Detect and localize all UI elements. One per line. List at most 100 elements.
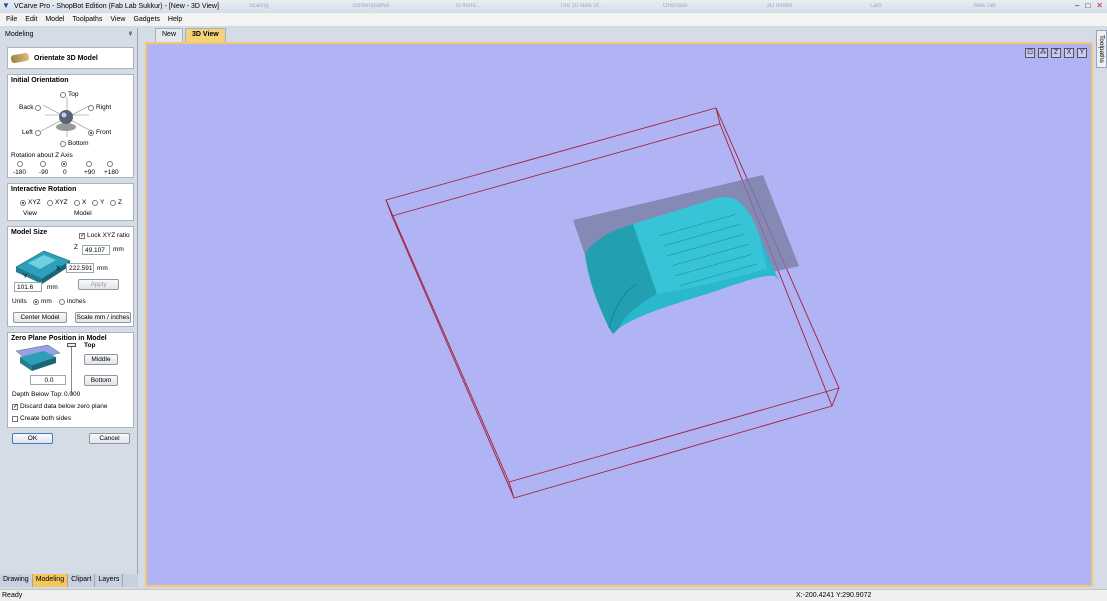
bottom-button[interactable]: Bottom: [84, 375, 118, 386]
radio-bottom[interactable]: [60, 140, 66, 147]
model-preview-icon: [59, 110, 73, 124]
menu-toolpaths[interactable]: Toolpaths: [72, 16, 102, 23]
title-bar: ▼ VCarve Pro - ShopBot Edition (Fab Lab …: [0, 0, 1107, 12]
apply-button[interactable]: Apply: [78, 279, 119, 290]
ok-button[interactable]: OK: [12, 433, 53, 444]
rot-z[interactable]: Z: [110, 199, 122, 206]
z-size-input[interactable]: 49.107: [82, 245, 110, 255]
radio-left[interactable]: [34, 129, 41, 136]
radio-xyz-model[interactable]: [47, 199, 53, 206]
menu-file[interactable]: File: [6, 16, 17, 23]
both-sides-checkbox[interactable]: [12, 415, 18, 422]
rot-label: -180: [13, 169, 27, 176]
radio-rot[interactable]: [61, 161, 67, 167]
units-mm-option[interactable]: mm: [33, 298, 52, 305]
depth-value: 0.000: [64, 391, 81, 398]
radio-z[interactable]: [110, 199, 116, 206]
rot-y[interactable]: Y: [92, 199, 104, 206]
scale-mm-inches-button[interactable]: Scale mm / inches: [75, 312, 131, 323]
minimize-button[interactable]: –: [1075, 1, 1079, 11]
background-browser-tabs: Scaling contemplative · Is there... The …: [249, 3, 1075, 9]
panel-header: Modeling ᵠ: [0, 28, 137, 41]
tab-layers[interactable]: Layers: [95, 574, 124, 587]
units-inches-option[interactable]: inches: [59, 298, 86, 305]
y-size-input[interactable]: 101.6: [14, 282, 42, 292]
radio-right[interactable]: [88, 104, 94, 111]
rot-label: +90: [84, 169, 96, 176]
menu-gadgets[interactable]: Gadgets: [133, 16, 159, 23]
lock-xyz-ratio[interactable]: ✓ Lock XYZ ratio: [79, 232, 130, 239]
section-heading: Interactive Rotation: [11, 186, 77, 193]
menu-help[interactable]: Help: [168, 16, 182, 23]
zero-plane-input[interactable]: 0.0: [30, 375, 66, 385]
rot-radio-m180[interactable]: [17, 161, 23, 167]
radio-front[interactable]: [88, 129, 94, 136]
toolpaths-tab[interactable]: Toolpaths: [1096, 30, 1107, 68]
axis-z-label: Z: [74, 244, 78, 251]
discard-checkbox[interactable]: ✓: [12, 403, 18, 410]
rot-xyz-view[interactable]: XYZ: [20, 199, 41, 206]
orientate-header: Orientate 3D Model: [7, 47, 134, 69]
interactive-rotation-section: Interactive Rotation XYZ XYZ X Y Z View …: [7, 183, 134, 221]
radio-y[interactable]: [92, 199, 98, 206]
orient-left-option[interactable]: Left: [22, 129, 41, 136]
rot-radio-p90[interactable]: [86, 161, 92, 167]
radio-top[interactable]: [60, 91, 66, 98]
bg-tab: Is there...: [455, 3, 481, 9]
tab-clipart[interactable]: Clipart: [68, 574, 96, 587]
cancel-button[interactable]: Cancel: [89, 433, 130, 444]
menu-bar: File Edit Model Toolpaths View Gadgets H…: [0, 13, 1107, 26]
radio-xyz-view[interactable]: [20, 199, 26, 206]
tab-3d-view[interactable]: 3D View: [185, 28, 226, 42]
3d-viewport[interactable]: ⊡ ⁂ Z X Y: [145, 42, 1093, 587]
orientate-icon: [10, 52, 30, 64]
pin-icon[interactable]: ᵠ: [129, 31, 132, 38]
discard-below-zero[interactable]: ✓ Discard data below zero plane: [12, 403, 107, 410]
close-button[interactable]: ✕: [1096, 1, 1103, 11]
menu-edit[interactable]: Edit: [25, 16, 37, 23]
radio-mm[interactable]: [33, 298, 39, 305]
center-model-button[interactable]: Center Model: [13, 312, 67, 323]
rot-x[interactable]: X: [74, 199, 86, 206]
lock-ratio-checkbox[interactable]: ✓: [79, 232, 85, 239]
rot-radio-p180[interactable]: [107, 161, 113, 167]
create-both-sides[interactable]: Create both sides: [12, 415, 71, 422]
orient-right-option[interactable]: Right: [88, 104, 111, 111]
rot-label: 0: [63, 169, 67, 176]
tab-new[interactable]: New: [155, 28, 184, 42]
x-size-input[interactable]: 222.591: [66, 263, 94, 273]
orientate-title: Orientate 3D Model: [34, 54, 98, 62]
rot-label: -90: [39, 169, 49, 176]
radio-back[interactable]: [35, 104, 42, 111]
zero-plane-slider-track[interactable]: [71, 345, 72, 395]
radio-rot[interactable]: [40, 161, 46, 167]
menu-model[interactable]: Model: [45, 16, 64, 23]
radio-x[interactable]: [74, 199, 80, 206]
orient-front-option[interactable]: Front: [88, 129, 111, 136]
radio-rot[interactable]: [107, 161, 113, 167]
maximize-button[interactable]: □: [1085, 1, 1090, 11]
panel-tabs: Drawing Modeling Clipart Layers: [0, 574, 138, 587]
middle-button[interactable]: Middle: [84, 354, 118, 365]
bg-tab: New tab: [973, 3, 996, 9]
radio-rot[interactable]: [86, 161, 92, 167]
document-area: New 3D View ⊡ ⁂ Z X Y: [141, 28, 1095, 587]
orient-bottom-option[interactable]: Bottom: [60, 140, 89, 147]
orient-back-option[interactable]: Back: [19, 104, 42, 111]
right-toolbar: Toolpaths: [1096, 28, 1107, 587]
menu-view[interactable]: View: [110, 16, 125, 23]
panel-title: Modeling: [5, 31, 34, 38]
modeling-panel: Modeling ᵠ Orientate 3D Model Initial Or…: [0, 28, 138, 587]
orient-top-option[interactable]: Top: [60, 91, 78, 98]
axis-x-label: X: [56, 265, 61, 272]
rot-radio-0[interactable]: [61, 161, 67, 167]
vcarve-logo-icon: ▼: [2, 1, 10, 10]
tab-modeling[interactable]: Modeling: [32, 574, 69, 587]
radio-rot[interactable]: [17, 161, 23, 167]
unit-label: mm: [113, 246, 124, 253]
tab-drawing[interactable]: Drawing: [0, 574, 33, 587]
rot-radio-m90[interactable]: [40, 161, 46, 167]
rot-xyz-model[interactable]: XYZ: [47, 199, 68, 206]
zero-plane-slider-handle[interactable]: [67, 343, 76, 347]
radio-inches[interactable]: [59, 298, 65, 305]
